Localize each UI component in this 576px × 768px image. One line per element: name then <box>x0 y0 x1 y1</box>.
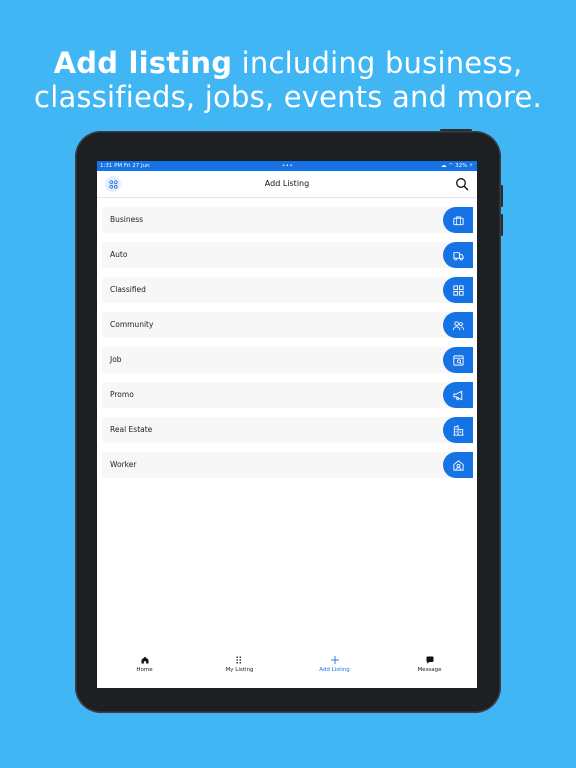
category-badge[interactable] <box>443 277 473 303</box>
category-community[interactable]: Community <box>102 312 473 338</box>
tab-label: Add Listing <box>319 667 350 673</box>
category-label: Auto <box>110 250 128 259</box>
category-badge[interactable] <box>443 382 473 408</box>
bottom-tab-bar: Home My Listing Add Listing Message <box>97 650 477 688</box>
page-title: Add Listing <box>264 179 310 188</box>
app-bar: Add Listing <box>97 171 477 198</box>
app-screen: 1:31 PM Fri 27 Jun ••• ☁ ⌔ 32% ⚡ Add Lis… <box>97 161 477 688</box>
category-business[interactable]: Business <box>102 207 473 233</box>
category-real-estate[interactable]: Real Estate <box>102 417 473 443</box>
headline-bold: Add listing <box>53 46 233 80</box>
category-label: Classified <box>110 285 146 294</box>
job-search-icon <box>452 354 464 366</box>
category-promo[interactable]: Promo <box>102 382 473 408</box>
category-classified[interactable]: Classified <box>102 277 473 303</box>
category-badge[interactable] <box>443 347 473 373</box>
search-icon[interactable] <box>455 177 469 191</box>
status-right: ☁ ⌔ 32% ⚡ <box>440 163 473 169</box>
category-badge[interactable] <box>443 417 473 443</box>
category-badge[interactable] <box>443 242 473 268</box>
briefcase-icon <box>452 216 464 225</box>
promo-headline: Add listing including business, classifi… <box>0 46 576 114</box>
category-auto[interactable]: Auto <box>102 242 473 268</box>
tab-home[interactable]: Home <box>97 650 192 688</box>
status-time: 1:31 PM Fri 27 Jun <box>100 163 150 169</box>
home-icon <box>141 656 148 664</box>
tab-label: Message <box>417 667 442 673</box>
status-dots: ••• <box>282 163 294 169</box>
grid-icon <box>452 284 464 296</box>
category-label: Job <box>110 355 122 364</box>
message-icon <box>426 656 433 664</box>
headline-rest: including business, <box>241 46 523 80</box>
category-job[interactable]: Job <box>102 347 473 373</box>
status-bar: 1:31 PM Fri 27 Jun ••• ☁ ⌔ 32% ⚡ <box>97 161 477 171</box>
plus-icon <box>330 656 339 664</box>
tab-add-listing[interactable]: Add Listing <box>287 650 382 688</box>
category-badge[interactable] <box>443 312 473 338</box>
category-label: Real Estate <box>110 425 153 434</box>
truck-icon <box>452 251 464 260</box>
building-icon <box>452 424 464 436</box>
tab-my-listing[interactable]: My Listing <box>192 650 287 688</box>
category-worker[interactable]: Worker <box>102 452 473 478</box>
category-label: Business <box>110 215 144 224</box>
users-icon <box>452 320 464 330</box>
category-label: Worker <box>110 460 137 469</box>
list-icon <box>236 656 241 664</box>
category-label: Community <box>110 320 154 329</box>
megaphone-icon <box>452 390 462 400</box>
category-badge[interactable] <box>443 207 473 233</box>
category-list: Business Auto Classified Community Job P… <box>102 207 473 487</box>
headline-line-1: Add listing including business, <box>0 46 576 80</box>
tab-label: Home <box>136 667 153 673</box>
category-badge[interactable] <box>443 452 473 478</box>
tab-label: My Listing <box>225 667 254 673</box>
headline-line-2: classifieds, jobs, events and more. <box>34 80 542 114</box>
tab-message[interactable]: Message <box>382 650 477 688</box>
worker-icon <box>452 459 464 471</box>
category-label: Promo <box>110 390 134 399</box>
